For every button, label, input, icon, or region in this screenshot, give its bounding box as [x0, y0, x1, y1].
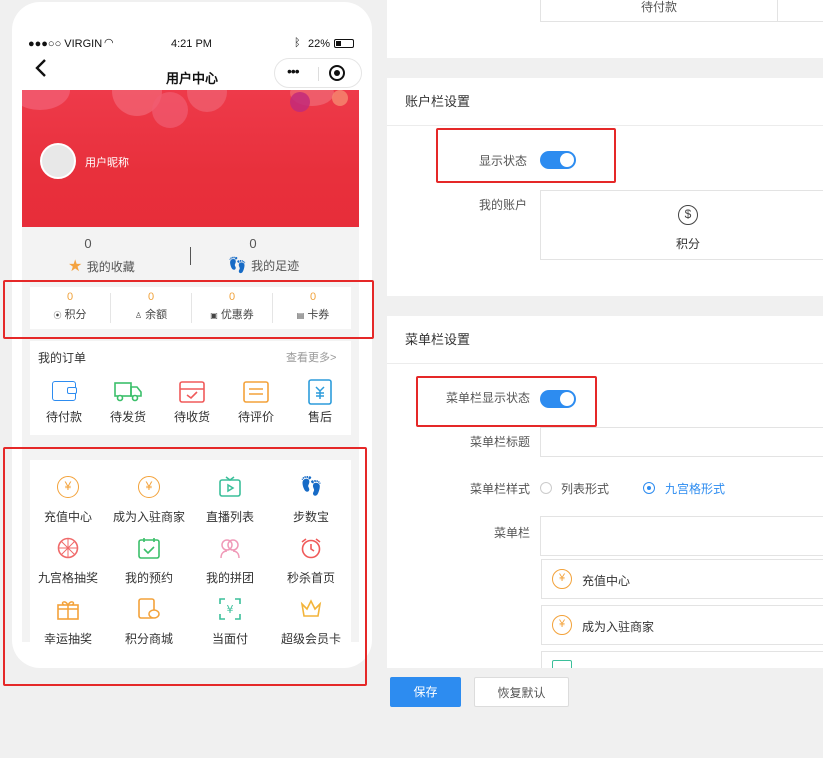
order-label: 待收货 [173, 410, 210, 424]
orders-title: 我的订单 [38, 351, 87, 365]
order-cell-label: 待付款 [640, 0, 677, 14]
style-grid-radio[interactable] [643, 482, 655, 494]
stat-label: 我的足迹 [251, 259, 300, 273]
account-bar-settings: 账户栏设置 显示状态 我的账户 $ 积分 [387, 78, 823, 296]
footprint-icon: 👣 [228, 257, 247, 274]
orders-more-link[interactable]: 查看更多> [286, 349, 336, 365]
more-icon[interactable]: ••• [287, 63, 300, 79]
reset-default-button[interactable]: 恢复默认 [474, 677, 569, 707]
my-orders: 我的订单 查看更多> 待付款 待发货 待收货 待评价 售后 [30, 341, 351, 435]
menu-list-item[interactable]: ¥ 充值中心 [541, 559, 823, 599]
banner-decoration [332, 90, 348, 106]
section-title: 账户栏设置 [387, 78, 823, 126]
nav-bar: 用户中心 ••• [12, 58, 372, 92]
highlight-menu-grid [3, 447, 367, 686]
stat-label: 我的收藏 [86, 260, 135, 274]
menu-items-label: 菜单栏 [493, 526, 530, 540]
menu-style-label: 菜单栏样式 [469, 482, 530, 496]
style-grid-label[interactable]: 九宫格形式 [665, 480, 725, 497]
cell-divider [777, 0, 778, 21]
yuan-sack-icon: ¥ [552, 615, 572, 635]
status-bar: ●●●○○ VIRGIN ◠ 4:21 PM ᛒ 22% [12, 34, 372, 54]
menu-list-item-label: 成为入驻商家 [582, 620, 655, 634]
account-preview-box: $ 积分 [540, 190, 823, 260]
menu-title-label: 菜单栏标题 [469, 435, 530, 449]
inbox-icon [178, 381, 206, 408]
stats-row: 0 ★ 我的收藏 0 👣 我的足迹 [22, 227, 359, 279]
menu-items-header [540, 516, 823, 556]
profile-banner: 用户昵称 [22, 90, 359, 227]
stat-footprints[interactable]: 0 👣 我的足迹 [228, 236, 338, 274]
carrier-label: ●●●○○ VIRGIN [28, 38, 103, 50]
stats-divider [190, 247, 191, 265]
bluetooth-icon: ᛒ [294, 37, 301, 49]
truck-icon [114, 381, 142, 408]
order-label: 售后 [307, 410, 332, 424]
tv-icon [552, 660, 572, 668]
stat-value: 0 [249, 236, 257, 251]
aftersale-icon [308, 379, 332, 410]
wifi-icon: ◠ [104, 37, 114, 49]
menu-title-input[interactable] [540, 427, 823, 457]
banner-decoration [22, 90, 70, 110]
style-list-label[interactable]: 列表形式 [561, 480, 609, 497]
highlight-assets [3, 280, 374, 339]
menu-list-item-partial[interactable] [541, 651, 823, 668]
account-item-points[interactable]: 积分 [663, 235, 713, 252]
order-label: 待发货 [109, 410, 146, 424]
wallet-icon [52, 381, 77, 401]
menu-list-item[interactable]: ¥ 成为入驻商家 [541, 605, 823, 645]
highlight-display-status [436, 128, 616, 183]
order-preview-row: 待付款 [540, 0, 823, 22]
battery-label: 22% [308, 38, 331, 50]
order-settings-card: 待付款 [387, 0, 823, 58]
star-icon: ★ [68, 258, 83, 275]
menu-list-item-label: 充值中心 [582, 574, 631, 588]
order-label: 待评价 [237, 410, 274, 424]
clock-label: 4:21 PM [171, 38, 212, 50]
style-list-radio[interactable] [540, 482, 552, 494]
banner-decoration [152, 92, 188, 128]
section-title: 菜单栏设置 [387, 316, 823, 364]
order-label: 待付款 [45, 410, 82, 424]
stat-favorites[interactable]: 0 ★ 我的收藏 [68, 236, 158, 275]
capsule-divider [318, 67, 319, 81]
comment-icon [243, 381, 269, 408]
save-button[interactable]: 保存 [390, 677, 461, 707]
banner-decoration [290, 92, 310, 112]
mini-program-capsule: ••• [274, 58, 362, 88]
yuan-sack-icon: ¥ [552, 569, 572, 589]
stat-value: 0 [84, 236, 92, 251]
my-account-label: 我的账户 [478, 198, 527, 212]
battery-icon [334, 39, 354, 48]
user-nickname[interactable]: 用户昵称 [85, 154, 129, 170]
avatar[interactable] [40, 143, 76, 179]
banner-decoration [187, 90, 227, 112]
dollar-icon: $ [678, 205, 698, 225]
highlight-menu-display-status [416, 376, 597, 427]
close-mini-program-icon[interactable] [329, 65, 345, 81]
